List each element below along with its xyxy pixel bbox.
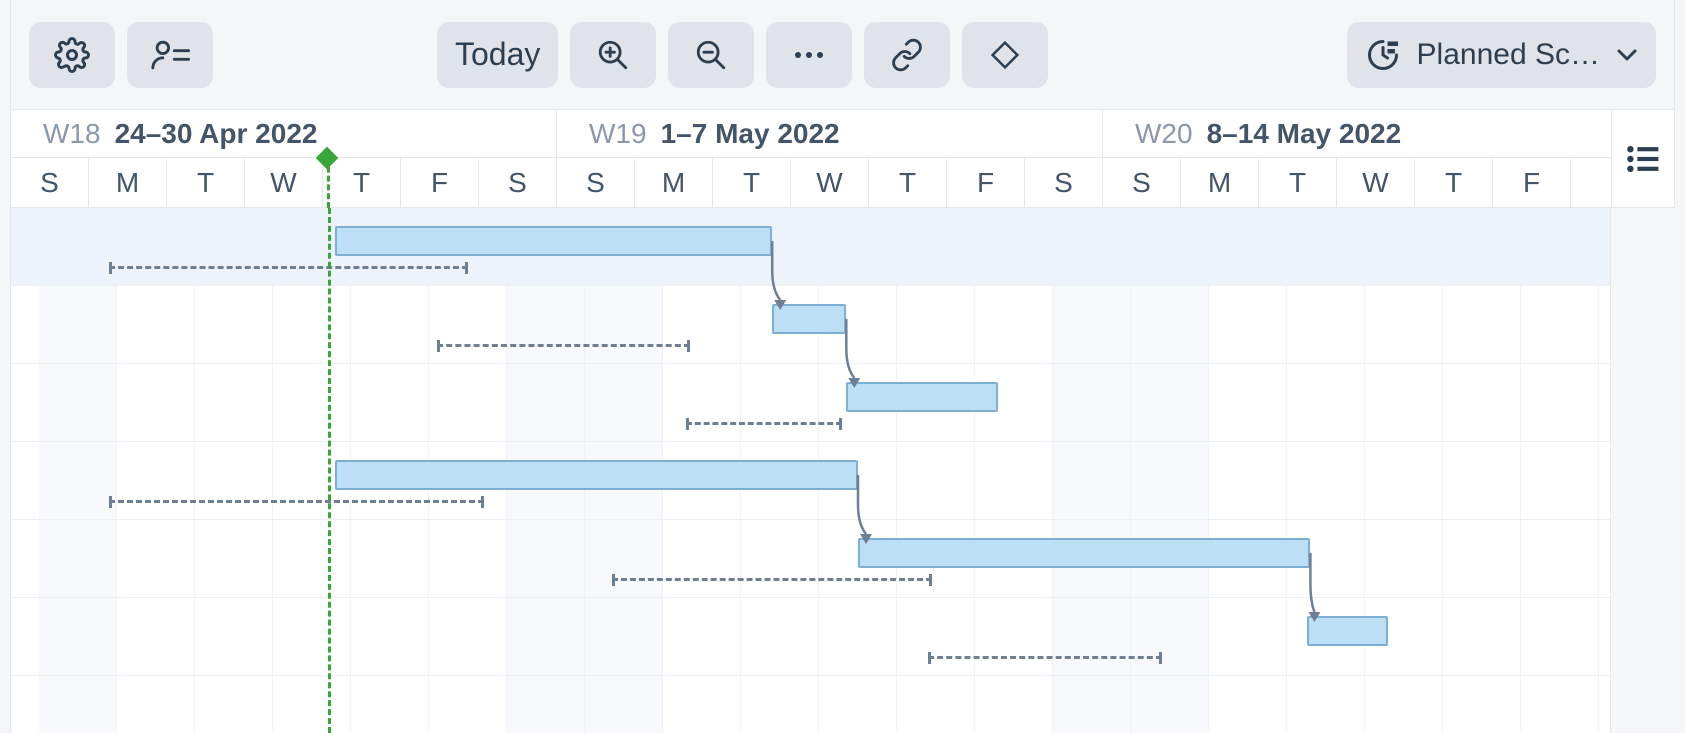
day-cell: M: [1181, 158, 1259, 208]
gantt-row: [11, 208, 1610, 286]
day-cell: F: [947, 158, 1025, 208]
week-cell: W18 24–30 Apr 2022: [11, 110, 557, 157]
link-icon: [890, 38, 924, 72]
task-bar[interactable]: [1307, 616, 1389, 646]
list-icon: [1626, 145, 1660, 173]
day-cell: W: [245, 158, 323, 208]
day-cell: F: [401, 158, 479, 208]
day-cell: T: [869, 158, 947, 208]
day-row: SMTWTFSSMTWTFSSMTWTF: [11, 158, 1674, 208]
gear-icon: [54, 37, 90, 73]
week-number: W18: [43, 118, 101, 150]
task-bar[interactable]: [846, 382, 998, 412]
day-cell: T: [323, 158, 401, 208]
day-cell: S: [1025, 158, 1103, 208]
week-range: 24–30 Apr 2022: [115, 118, 318, 150]
day-cell: T: [713, 158, 791, 208]
diamond-icon: [990, 40, 1020, 70]
ellipsis-icon: [794, 50, 824, 60]
baseline-bar: [437, 344, 691, 347]
toolbar: Today Plan: [10, 0, 1675, 110]
today-line: [328, 208, 331, 733]
week-cell: W20 8–14 May 2022: [1103, 110, 1649, 157]
task-bar[interactable]: [858, 538, 1310, 568]
day-cell: S: [479, 158, 557, 208]
baseline-bar: [612, 578, 932, 581]
day-cell: T: [1259, 158, 1337, 208]
zoom-out-icon: [694, 38, 728, 72]
week-range: 8–14 May 2022: [1207, 118, 1402, 150]
baseline-bar: [686, 422, 842, 425]
today-button-label: Today: [455, 36, 540, 73]
view-dropdown[interactable]: Planned Sc…: [1347, 22, 1656, 88]
day-cell: W: [1337, 158, 1415, 208]
chevron-down-icon: [1616, 48, 1638, 62]
people-button[interactable]: [127, 22, 213, 88]
schedule-icon: [1365, 37, 1401, 73]
day-cell: S: [1103, 158, 1181, 208]
zoom-in-icon: [596, 38, 630, 72]
week-number: W20: [1135, 118, 1193, 150]
settings-button[interactable]: [29, 22, 115, 88]
list-toggle-button[interactable]: [1611, 110, 1675, 208]
view-dropdown-label: Planned Sc…: [1417, 38, 1600, 72]
people-icon: [150, 37, 190, 73]
link-button[interactable]: [864, 22, 950, 88]
gantt-row: [11, 364, 1610, 442]
task-bar[interactable]: [335, 226, 772, 256]
week-number: W19: [589, 118, 647, 150]
timeline-header: W18 24–30 Apr 2022 W19 1–7 May 2022 W20 8–14 …: [10, 110, 1675, 208]
today-button[interactable]: Today: [437, 22, 558, 88]
zoom-in-button[interactable]: [570, 22, 656, 88]
day-cell: T: [1415, 158, 1493, 208]
today-line-header: [327, 158, 330, 208]
day-cell: M: [635, 158, 713, 208]
zoom-out-button[interactable]: [668, 22, 754, 88]
task-bar[interactable]: [772, 304, 846, 334]
week-cell: W19 1–7 May 2022: [557, 110, 1103, 157]
day-cell: M: [89, 158, 167, 208]
day-cell: T: [167, 158, 245, 208]
more-button[interactable]: [766, 22, 852, 88]
milestone-button[interactable]: [962, 22, 1048, 88]
day-cell: S: [557, 158, 635, 208]
baseline-bar: [928, 656, 1162, 659]
gantt-row: [11, 520, 1610, 598]
baseline-bar: [109, 266, 468, 269]
day-cell: S: [11, 158, 89, 208]
week-row: W18 24–30 Apr 2022 W19 1–7 May 2022 W20 8–14 …: [11, 110, 1674, 158]
week-range: 1–7 May 2022: [661, 118, 840, 150]
baseline-bar: [109, 500, 483, 503]
gantt-area[interactable]: [10, 208, 1611, 733]
task-bar[interactable]: [335, 460, 858, 490]
day-cell: W: [791, 158, 869, 208]
day-cell: F: [1493, 158, 1571, 208]
